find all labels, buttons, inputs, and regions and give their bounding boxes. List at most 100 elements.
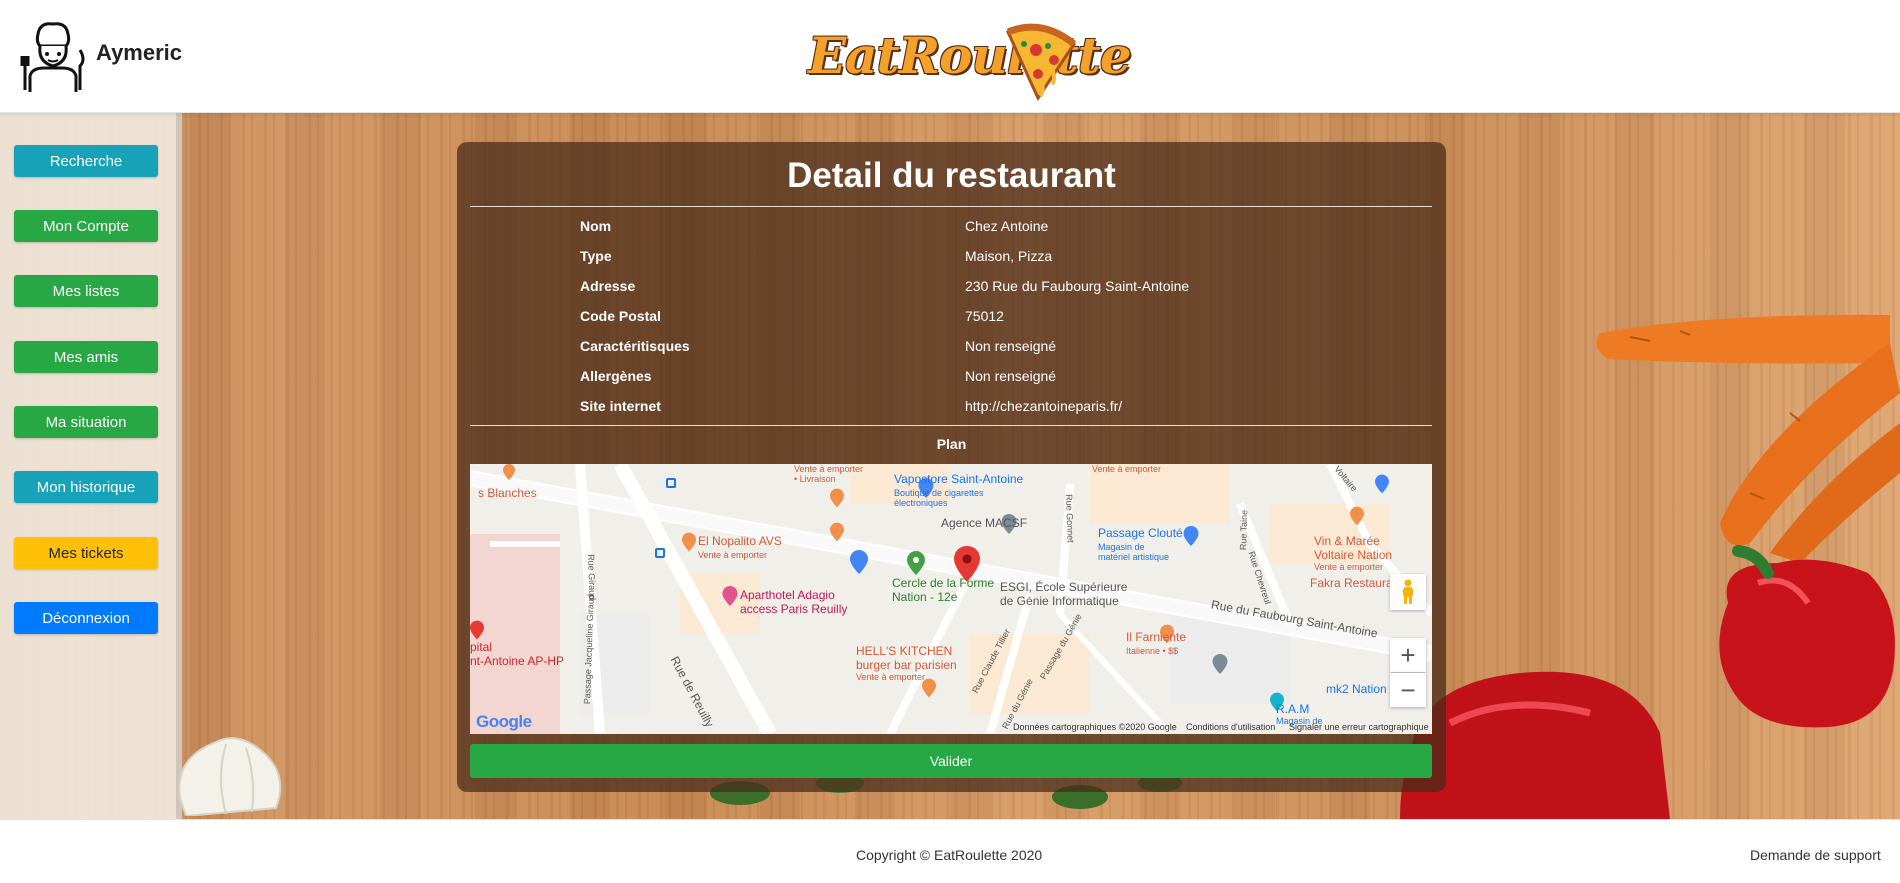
- transit-icon: [666, 478, 676, 488]
- row-label: Adresse: [580, 278, 636, 294]
- map-place-sub: • Livraison: [794, 474, 836, 484]
- map-place-label: Aparthotel Adagio: [740, 588, 835, 602]
- map-place-label: mk2 Nation: [1326, 682, 1387, 696]
- footer: Copyright © EatRoulette 2020 Demande de …: [0, 819, 1900, 883]
- map-place-label: de Génie Informatique: [1000, 594, 1119, 608]
- shop-pin-icon[interactable]: [1375, 474, 1389, 494]
- plan-divider: [470, 425, 1432, 426]
- row-value: 230 Rue du Faubourg Saint-Antoine: [965, 278, 1190, 294]
- restaurant-detail-panel: Detail du restaurant Nom Chez Antoine Ty…: [457, 142, 1446, 792]
- map-terms-link[interactable]: Conditions d'utilisation: [1186, 722, 1275, 732]
- row-label: Caractéritisques: [580, 338, 690, 354]
- map-place-label: Voltaire Nation: [1314, 548, 1393, 562]
- row-value: Non renseigné: [965, 368, 1057, 384]
- sidebar-button-mon-historique[interactable]: Mon historique: [14, 471, 158, 503]
- sidebar-button-mon-compte[interactable]: Mon Compte: [14, 210, 158, 242]
- shop-pin-icon[interactable]: [850, 550, 868, 574]
- hotel-pin-icon[interactable]: [722, 586, 738, 606]
- map-place-label: Passage Clouté: [1098, 526, 1183, 540]
- carrots-image: [1596, 314, 1900, 563]
- map-place-label: Agence MACSF: [941, 516, 1028, 530]
- row-value: Maison, Pizza: [965, 248, 1053, 264]
- restaurant-pin-icon[interactable]: [682, 532, 696, 552]
- street-view-pegman-button[interactable]: [1390, 574, 1426, 610]
- map-place-label: El Nopalito AVS: [698, 534, 782, 548]
- restaurant-pin-icon[interactable]: [502, 464, 516, 480]
- detail-row-allergenes: Allergènes Non renseigné: [457, 368, 1446, 398]
- chef-avatar-icon: [20, 22, 85, 92]
- row-label: Allergènes: [580, 368, 652, 384]
- garlic-image: [178, 737, 282, 816]
- map-place-label: R.A.M: [1276, 702, 1310, 716]
- row-value[interactable]: http://chezantoineparis.fr/: [965, 398, 1122, 414]
- detail-row-caracteristiques: Caractéritisques Non renseigné: [457, 338, 1446, 368]
- map-place-sub: Boutique de cigarettes: [894, 488, 984, 498]
- map-place-sub: Vente à emporter: [698, 550, 768, 560]
- transit-icon: [655, 548, 665, 558]
- map-place-label: Nation - 12e: [892, 590, 958, 604]
- plan-label: Plan: [936, 436, 967, 452]
- detail-row-site-internet: Site internet http://chezantoineparis.fr…: [457, 398, 1446, 428]
- map-place-label: ESGI, École Supérieure: [1000, 580, 1128, 594]
- google-logo-text: Google: [476, 712, 532, 731]
- map-place-sub: Vente à emporter: [1092, 464, 1162, 474]
- row-value: Chez Antoine: [965, 218, 1049, 234]
- logo-text: EatRoulette: [808, 26, 1132, 85]
- shop-pin-icon[interactable]: [1183, 526, 1199, 546]
- map-place-sub: Italienne • $$: [1126, 646, 1179, 656]
- pizza-slice-icon: [1005, 23, 1077, 102]
- map-place-sub: Vente à emporter: [794, 464, 864, 474]
- map-place-label: Vin & Marée: [1314, 534, 1380, 548]
- row-label: Site internet: [580, 398, 661, 414]
- validate-button[interactable]: Valider: [470, 744, 1432, 778]
- map-place-sub: Magasin de: [1098, 542, 1145, 552]
- map-place-label: Il Farniente: [1126, 630, 1187, 644]
- green-place-pin-icon[interactable]: [907, 551, 925, 575]
- hospital-pin-icon[interactable]: [470, 620, 484, 640]
- row-value: 75012: [965, 308, 1004, 324]
- pegman-icon: [1403, 579, 1413, 604]
- sidebar-button-deconnexion[interactable]: Déconnexion: [14, 602, 158, 634]
- panel-title: Detail du restaurant: [787, 156, 1116, 195]
- map-data-credit: Données cartographiques ©2020 Google: [1013, 722, 1177, 732]
- map-place-sub: électroniques: [894, 498, 948, 508]
- map-street-label: Rue Taine: [1238, 509, 1250, 551]
- support-link[interactable]: Demande de support: [1750, 847, 1881, 863]
- map-place-label: HELL'S KITCHEN: [856, 644, 953, 658]
- map-street-label: Rue Gonnet: [1064, 494, 1076, 543]
- google-logo[interactable]: Google: [476, 712, 532, 732]
- map-place-label: burger bar parisien: [856, 658, 957, 672]
- map-place-label: Cercle de la Forme: [892, 576, 995, 590]
- map-place-label: s Blanches: [478, 486, 537, 500]
- map-street-label: Rue Giraud: [586, 554, 598, 601]
- map-place-sub: matériel artistique: [1098, 552, 1170, 562]
- map-place-label: access Paris Reuilly: [740, 602, 848, 616]
- sidebar: Recherche Mon Compte Mes listes Mes amis…: [0, 113, 182, 819]
- detail-row-adresse: Adresse 230 Rue du Faubourg Saint-Antoin…: [457, 278, 1446, 308]
- restaurant-pin-icon[interactable]: [830, 488, 844, 508]
- eatroulette-logo[interactable]: EatRoulette: [808, 14, 1132, 102]
- detail-row-code-postal: Code Postal 75012: [457, 308, 1446, 338]
- detail-row-type: Type Maison, Pizza: [457, 248, 1446, 278]
- sidebar-button-ma-situation[interactable]: Ma situation: [14, 406, 158, 438]
- copyright-text: Copyright © EatRoulette 2020: [856, 847, 1043, 863]
- restaurant-pin-icon[interactable]: [1350, 506, 1364, 526]
- google-map[interactable]: s Blanches Vente à emporter • Livraison …: [470, 464, 1432, 734]
- map-zoom-out-button[interactable]: −: [1390, 673, 1426, 707]
- map-place-sub: Vente à emporter: [1314, 562, 1384, 572]
- map-zoom-in-button[interactable]: +: [1390, 638, 1426, 672]
- detail-row-nom: Nom Chez Antoine: [457, 218, 1446, 248]
- title-divider: [470, 206, 1432, 207]
- header: Aymeric EatRoulette: [0, 0, 1900, 113]
- sidebar-button-mes-amis[interactable]: Mes amis: [14, 341, 158, 373]
- row-label: Nom: [580, 218, 612, 234]
- sidebar-button-mes-tickets[interactable]: Mes tickets: [14, 537, 158, 569]
- restaurant-pin-icon[interactable]: [830, 522, 844, 542]
- shop-pin-icon[interactable]: [1212, 654, 1228, 674]
- row-value: Non renseigné: [965, 338, 1057, 354]
- map-place-sub: Vente à emporter: [856, 672, 926, 682]
- sidebar-button-mes-listes[interactable]: Mes listes: [14, 275, 158, 307]
- row-label: Type: [580, 248, 612, 264]
- map-report-error-link[interactable]: Signaler une erreur cartographique: [1289, 722, 1429, 732]
- sidebar-button-recherche[interactable]: Recherche: [14, 145, 158, 177]
